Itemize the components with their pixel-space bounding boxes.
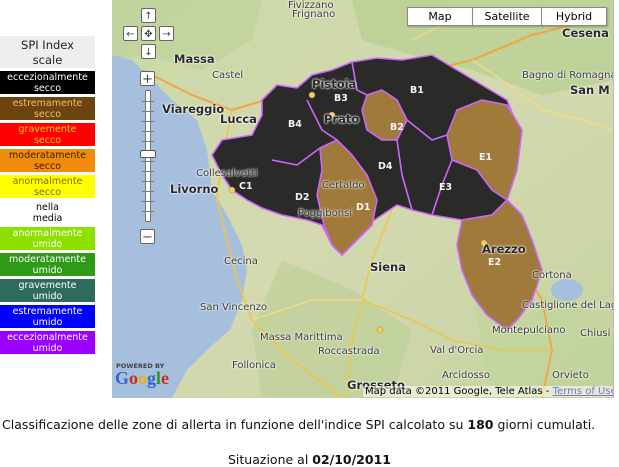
place-san-vincenzo: San Vincenzo xyxy=(200,302,268,313)
place-poggibonsi: Poggibonsi xyxy=(298,208,353,219)
place-certaldo: Certaldo xyxy=(322,180,365,191)
pan-left-button[interactable]: ← xyxy=(123,26,138,41)
place-siena: Siena xyxy=(370,260,406,274)
zoom-in-button[interactable]: + xyxy=(140,71,155,87)
zone-label-e2: E2 xyxy=(488,257,502,268)
legend-item: estremamente secco xyxy=(0,97,95,120)
pan-right-button[interactable]: → xyxy=(159,26,174,41)
place-val-dorcia: Val d'Orcia xyxy=(430,345,484,356)
terms-of-use-link[interactable]: Terms of Use xyxy=(553,386,613,397)
place-arezzo: Arezzo xyxy=(482,242,526,256)
zone-label-d2: D2 xyxy=(295,192,310,203)
place-arcidosso: Arcidosso xyxy=(442,370,491,381)
legend-item: moderatamente secco xyxy=(0,149,95,172)
legend-item: gravemente secco xyxy=(0,123,95,146)
google-logo[interactable]: Google xyxy=(114,364,176,388)
zone-label-d1: D1 xyxy=(356,202,371,213)
place-livorno: Livorno xyxy=(170,182,219,196)
legend-item: eccezionalmente umido xyxy=(0,331,95,354)
place-cortona: Cortona xyxy=(532,270,572,281)
pan-down-button[interactable]: ↓ xyxy=(141,44,156,59)
map-canvas[interactable]: Fivizzano Frignano Cesena Massa Castel B… xyxy=(112,0,614,398)
legend-title: SPI Index scale xyxy=(0,36,95,68)
place-massa-marittima: Massa Marittima xyxy=(260,332,343,343)
zoom-slider-thumb[interactable] xyxy=(140,150,156,158)
place-pistoia: Pistoia xyxy=(312,77,357,91)
legend-item: anormalmente umido xyxy=(0,227,95,250)
zone-label-b3: B3 xyxy=(334,93,348,104)
zone-label-e1: E1 xyxy=(479,152,493,163)
place-san-m: San M xyxy=(570,83,610,97)
zone-label-c1: C1 xyxy=(239,181,253,192)
legend-item: gravemente umido xyxy=(0,279,95,302)
legend-items: eccezionalmente secco estremamente secco gra… xyxy=(0,71,95,354)
zoom-out-button[interactable]: − xyxy=(140,229,155,245)
place-massa: Massa xyxy=(174,52,215,66)
place-castel: Castel xyxy=(212,70,244,81)
spi-days: 180 xyxy=(467,417,494,432)
zone-label-b1: B1 xyxy=(410,85,424,96)
zone-label-b4: B4 xyxy=(288,119,302,130)
place-follonica: Follonica xyxy=(232,360,276,371)
place-lucca: Lucca xyxy=(220,112,257,126)
svg-text:Google: Google xyxy=(115,368,169,388)
place-cecina: Cecina xyxy=(224,256,258,267)
legend-item: eccezionalmente secco xyxy=(0,71,95,94)
legend-item: moderatamente umido xyxy=(0,253,95,276)
place-chiusi: Chiusi xyxy=(580,328,611,339)
map-type-map-button[interactable]: Map xyxy=(407,7,473,26)
map-type-control: Map Satellite Hybrid xyxy=(407,7,607,26)
legend-item: nella media xyxy=(0,201,95,224)
legend-item: estremamente umido xyxy=(0,305,95,328)
pan-up-button[interactable]: ↑ xyxy=(141,8,156,23)
place-montepulciano: Montepulciano xyxy=(492,325,566,336)
zone-label-d4: D4 xyxy=(378,161,393,172)
place-cesena: Cesena xyxy=(562,26,609,40)
spi-legend: SPI Index scale eccezionalmente secco estr… xyxy=(0,36,95,354)
legend-item: anormalmente secco xyxy=(0,175,95,198)
map-type-hybrid-button[interactable]: Hybrid xyxy=(541,7,607,26)
place-collesalvetti: Collesalvetti xyxy=(196,168,258,179)
place-frignano: Frignano xyxy=(292,9,336,20)
zone-label-e3: E3 xyxy=(439,182,453,193)
place-castiglione-del-lago: Castiglione del Lago xyxy=(522,300,614,311)
place-viareggio: Viareggio xyxy=(162,102,225,116)
pan-center-button[interactable]: ✥ xyxy=(141,26,156,41)
map-attribution: Map data ©2011 Google, Tele Atlas - Term… xyxy=(363,386,613,397)
map-type-satellite-button[interactable]: Satellite xyxy=(472,7,542,26)
zone-label-b2: B2 xyxy=(390,122,404,133)
place-orvieto: Orvieto xyxy=(552,370,589,381)
place-bagno-di-romagna: Bagno di Romagna xyxy=(522,70,614,81)
place-prato: Prato xyxy=(324,112,360,126)
place-roccastrada: Roccastrada xyxy=(318,346,380,357)
